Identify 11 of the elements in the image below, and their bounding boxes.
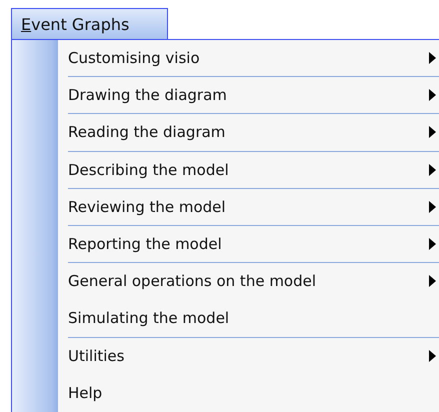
menu-title[interactable]: Event Graphs bbox=[11, 8, 168, 39]
menu-item[interactable]: Customising visio bbox=[68, 40, 439, 78]
menu-item[interactable]: Simulating the model bbox=[68, 300, 439, 338]
menu-item[interactable]: Reading the diagram bbox=[68, 114, 439, 152]
menu-item[interactable]: Utilities bbox=[68, 338, 439, 375]
menu-item[interactable]: General operations on the model bbox=[68, 263, 439, 300]
menu-item[interactable]: Drawing the diagram bbox=[68, 77, 439, 114]
menu-item[interactable]: Help bbox=[68, 374, 439, 412]
menu-item[interactable]: Describing the model bbox=[68, 152, 439, 189]
menu-item[interactable]: Reviewing the model bbox=[68, 188, 439, 226]
menu-item[interactable]: Reporting the model bbox=[68, 226, 439, 264]
